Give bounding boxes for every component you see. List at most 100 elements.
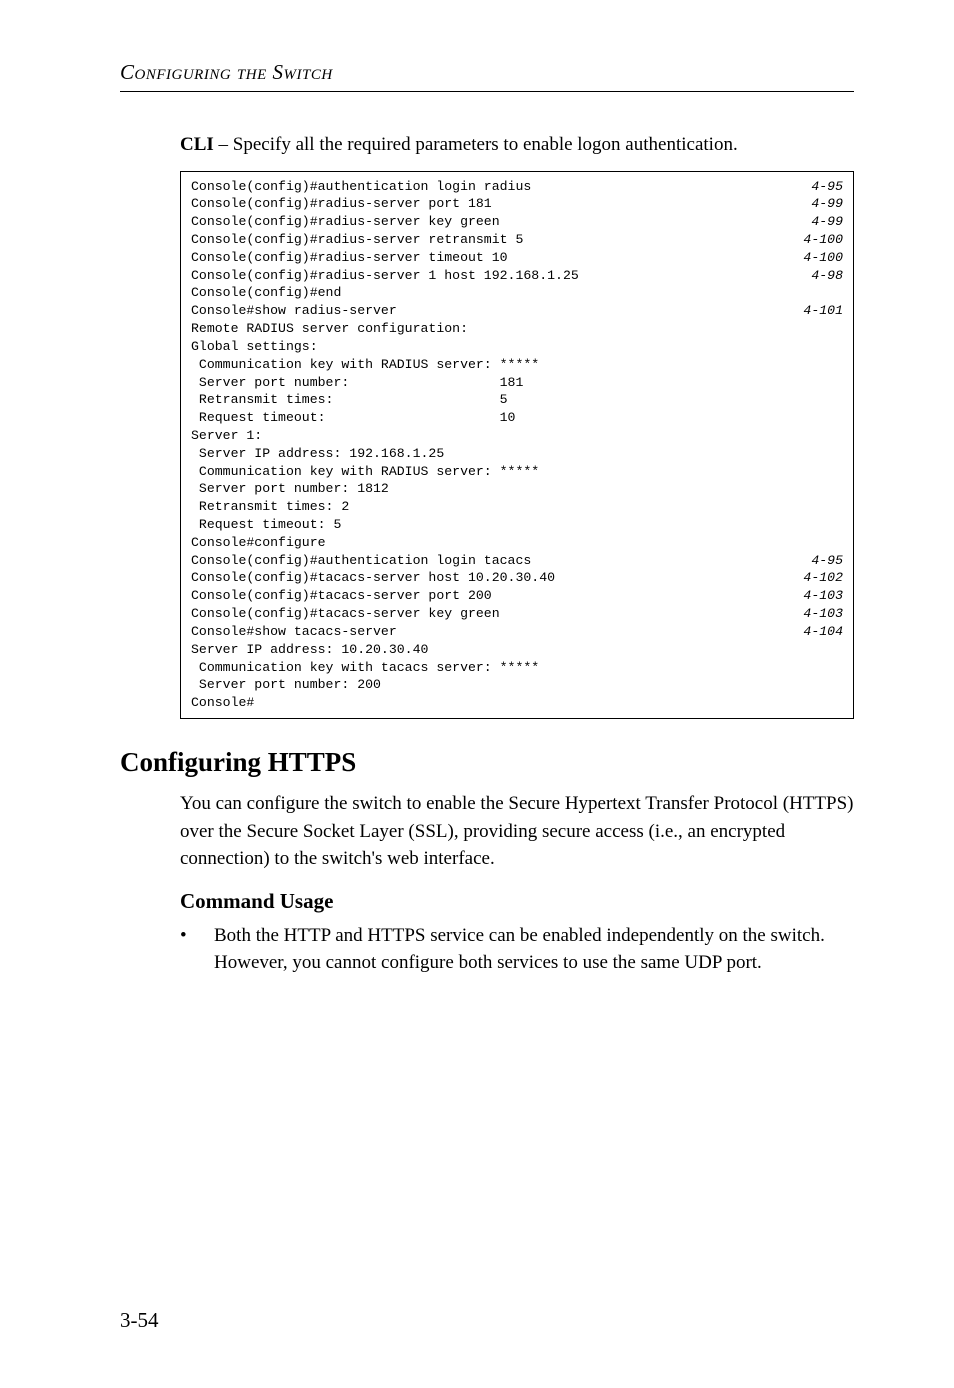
code-page-ref: 4-103: [795, 605, 843, 623]
command-usage-heading: Command Usage: [180, 889, 854, 914]
cli-code-block: Console(config)#authentication login rad…: [180, 171, 854, 719]
code-line: Server IP address: 192.168.1.25: [191, 445, 843, 463]
code-text: Console#show tacacs-server: [191, 623, 397, 641]
code-line: Console#configure: [191, 534, 843, 552]
code-text: Console(config)#radius-server port 181: [191, 195, 492, 213]
code-line: Request timeout: 10: [191, 409, 843, 427]
code-line: Communication key with tacacs server: **…: [191, 659, 843, 677]
code-page-ref: [835, 374, 843, 392]
code-page-ref: 4-104: [795, 623, 843, 641]
running-header: Configuring the Switch: [120, 60, 854, 85]
code-page-ref: 4-99: [803, 213, 843, 231]
code-text: Server IP address: 192.168.1.25: [191, 445, 444, 463]
code-page-ref: 4-102: [795, 569, 843, 587]
code-page-ref: [835, 284, 843, 302]
code-line: Server port number: 200: [191, 676, 843, 694]
code-page-ref: [835, 676, 843, 694]
code-text: Server port number: 200: [191, 676, 381, 694]
intro-rest: – Specify all the required parameters to…: [214, 134, 738, 155]
code-page-ref: 4-95: [803, 552, 843, 570]
code-text: Console(config)#tacacs-server host 10.20…: [191, 569, 555, 587]
code-text: Console(config)#end: [191, 284, 341, 302]
code-text: Console(config)#radius-server key green: [191, 213, 500, 231]
code-page-ref: [835, 445, 843, 463]
code-line: Console(config)#authentication login tac…: [191, 552, 843, 570]
code-page-ref: [835, 534, 843, 552]
code-line: Server port number: 181: [191, 374, 843, 392]
code-page-ref: 4-95: [803, 178, 843, 196]
code-line: Retransmit times: 2: [191, 498, 843, 516]
intro-paragraph: CLI – Specify all the required parameter…: [180, 132, 854, 159]
code-text: Console(config)#radius-server retransmit…: [191, 231, 523, 249]
code-line: Global settings:: [191, 338, 843, 356]
code-line: Retransmit times: 5: [191, 391, 843, 409]
code-page-ref: 4-100: [795, 249, 843, 267]
bullet-text: Both the HTTP and HTTPS service can be e…: [214, 922, 854, 977]
code-line: Communication key with RADIUS server: **…: [191, 356, 843, 374]
code-text: Global settings:: [191, 338, 318, 356]
code-line: Console(config)#authentication login rad…: [191, 178, 843, 196]
code-line: Console(config)#radius-server retransmit…: [191, 231, 843, 249]
code-text: Communication key with RADIUS server: **…: [191, 356, 539, 374]
code-page-ref: [835, 498, 843, 516]
code-text: Console(config)#radius-server timeout 10: [191, 249, 508, 267]
code-page-ref: [835, 320, 843, 338]
code-text: Communication key with RADIUS server: **…: [191, 463, 539, 481]
code-text: Server IP address: 10.20.30.40: [191, 641, 428, 659]
code-page-ref: [835, 659, 843, 677]
code-page-ref: 4-100: [795, 231, 843, 249]
bullet-marker: •: [180, 922, 214, 977]
code-line: Console(config)#radius-server port 181 4-…: [191, 195, 843, 213]
code-line: Console(config)#end: [191, 284, 843, 302]
code-line: Server IP address: 10.20.30.40: [191, 641, 843, 659]
header-rule: [120, 91, 854, 92]
code-text: Console#: [191, 694, 254, 712]
code-text: Console#configure: [191, 534, 326, 552]
code-line: Console(config)#tacacs-server port 200 4-…: [191, 587, 843, 605]
code-page-ref: [835, 641, 843, 659]
code-line: Server port number: 1812: [191, 480, 843, 498]
code-page-ref: 4-99: [803, 195, 843, 213]
code-text: Console#show radius-server: [191, 302, 397, 320]
code-line: Console(config)#radius-server timeout 10…: [191, 249, 843, 267]
code-line: Console#: [191, 694, 843, 712]
code-text: Console(config)#tacacs-server port 200: [191, 587, 492, 605]
code-page-ref: [835, 338, 843, 356]
code-page-ref: [835, 480, 843, 498]
bullet-item: • Both the HTTP and HTTPS service can be…: [180, 922, 854, 977]
code-line: Remote RADIUS server configuration:: [191, 320, 843, 338]
code-page-ref: [835, 427, 843, 445]
code-line: Console#show radius-server 4-101: [191, 302, 843, 320]
code-line: Console(config)#radius-server key green 4…: [191, 213, 843, 231]
code-text: Server 1:: [191, 427, 262, 445]
page-number: 3-54: [120, 1308, 159, 1333]
code-line: Communication key with RADIUS server: **…: [191, 463, 843, 481]
intro-bold: CLI: [180, 134, 214, 155]
code-line: Console(config)#radius-server 1 host 192…: [191, 267, 843, 285]
code-page-ref: 4-101: [795, 302, 843, 320]
code-text: Console(config)#authentication login rad…: [191, 178, 531, 196]
code-page-ref: [835, 463, 843, 481]
section-paragraph: You can configure the switch to enable t…: [180, 790, 854, 873]
code-line: Console(config)#tacacs-server host 10.20…: [191, 569, 843, 587]
code-text: Console(config)#tacacs-server key green: [191, 605, 500, 623]
code-text: Server port number: 1812: [191, 480, 389, 498]
code-line: Console(config)#tacacs-server key green 4…: [191, 605, 843, 623]
code-page-ref: [835, 356, 843, 374]
code-text: Request timeout: 10: [191, 409, 515, 427]
code-page-ref: 4-98: [803, 267, 843, 285]
code-text: Remote RADIUS server configuration:: [191, 320, 468, 338]
code-line: Request timeout: 5: [191, 516, 843, 534]
code-page-ref: [835, 694, 843, 712]
code-page-ref: [835, 409, 843, 427]
code-text: Console(config)#authentication login tac…: [191, 552, 531, 570]
code-line: Server 1:: [191, 427, 843, 445]
section-heading: Configuring HTTPS: [120, 747, 854, 778]
code-text: Retransmit times: 2: [191, 498, 349, 516]
code-text: Console(config)#radius-server 1 host 192…: [191, 267, 579, 285]
code-text: Communication key with tacacs server: **…: [191, 659, 539, 677]
code-text: Request timeout: 5: [191, 516, 341, 534]
code-text: Retransmit times: 5: [191, 391, 508, 409]
code-text: Server port number: 181: [191, 374, 523, 392]
code-page-ref: 4-103: [795, 587, 843, 605]
